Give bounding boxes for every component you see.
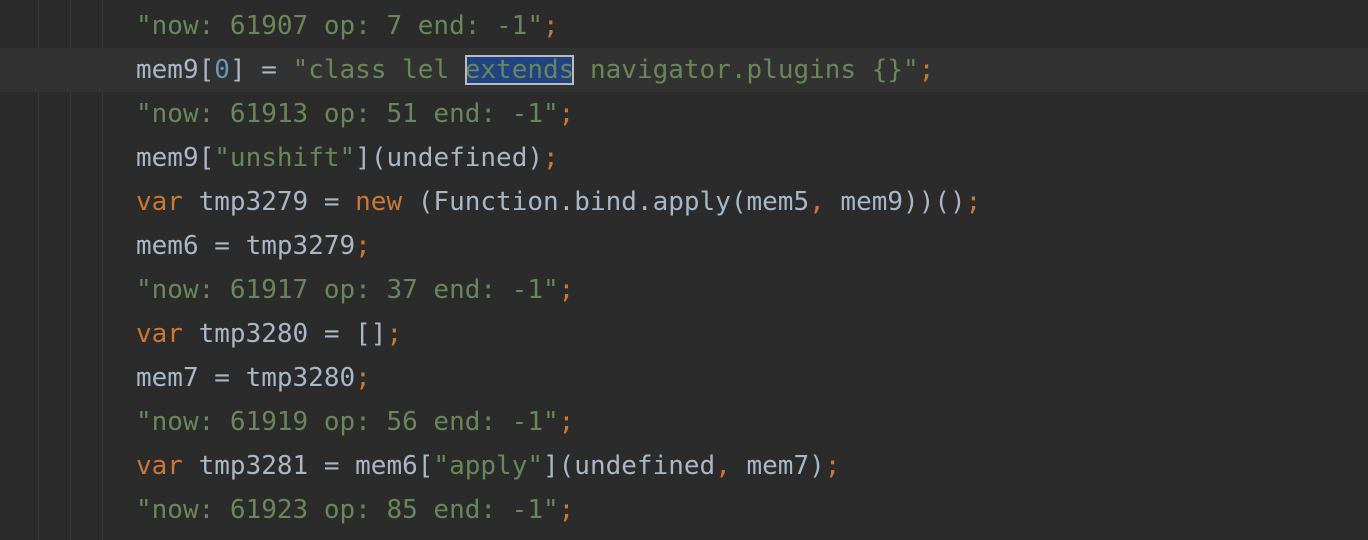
code-token: ; — [558, 407, 575, 437]
code-token: new — [355, 187, 403, 217]
code-token: tmp3279 = — [182, 187, 356, 217]
code-token: ; — [355, 231, 371, 261]
code-text: var tmp3280 = []; — [136, 312, 402, 356]
code-text: mem9[0] = "class lel extends navigator.p… — [136, 48, 934, 92]
code-token: ; — [918, 55, 935, 85]
code-token: ; — [558, 495, 575, 525]
code-token: ] = — [229, 55, 293, 85]
code-token: ; — [355, 363, 371, 393]
code-token: ; — [558, 275, 575, 305]
code-line[interactable]: mem9["unshift"](undefined); — [0, 136, 1368, 180]
code-token: tmp3281 = mem6[ — [182, 451, 434, 481]
code-text: mem6 = tmp3279; — [136, 224, 371, 268]
code-editor[interactable]: "now: 61907 op: 7 end: -1"; mem9[0] = "cl… — [0, 0, 1368, 540]
selected-word: extends — [464, 55, 575, 85]
code-line[interactable]: var tmp3281 = mem6["apply"](undefined, m… — [0, 444, 1368, 488]
code-text: "now: 61923 op: 85 end: -1"; — [136, 488, 574, 532]
code-token: var — [136, 319, 183, 349]
code-line[interactable]: "now: 61917 op: 37 end: -1"; — [0, 268, 1368, 312]
code-line[interactable]: mem6 = tmp3279; — [0, 224, 1368, 268]
code-line-current[interactable]: mem9[0] = "class lel extends navigator.p… — [0, 48, 1368, 92]
code-token: tmp3280 = [] — [182, 319, 387, 349]
code-token: "unshift" — [214, 143, 356, 173]
code-token: "now: 61913 op: 51 end: -1" — [136, 99, 559, 129]
code-token: "now: 61919 op: 56 end: -1" — [136, 407, 559, 437]
code-text: mem9["unshift"](undefined); — [136, 136, 559, 180]
code-token: mem7) — [730, 451, 825, 481]
code-token: ; — [543, 11, 559, 41]
code-text: var tmp3279 = new (Function.bind.apply(m… — [136, 180, 981, 224]
code-token: var — [136, 187, 183, 217]
code-text: "now: 61913 op: 51 end: -1"; — [136, 92, 574, 136]
code-line[interactable]: "now: 61919 op: 56 end: -1"; — [0, 400, 1368, 444]
code-text: var tmp3281 = mem6["apply"](undefined, m… — [136, 444, 840, 488]
code-token: navigator.plugins {}" — [574, 55, 919, 85]
code-token: mem7 = tmp3280 — [136, 363, 356, 393]
code-line[interactable]: mem7 = tmp3280; — [0, 356, 1368, 400]
code-text: "now: 61919 op: 56 end: -1"; — [136, 400, 574, 444]
code-token: , — [715, 451, 731, 481]
code-token: (Function.bind.apply(mem5 — [402, 187, 810, 217]
code-token: "now: 61907 op: 7 end: -1" — [136, 11, 543, 41]
code-line[interactable]: "now: 61907 op: 7 end: -1"; — [0, 4, 1368, 48]
code-line[interactable]: var tmp3280 = []; — [0, 312, 1368, 356]
code-token: ; — [543, 143, 559, 173]
code-token: "now: 61923 op: 85 end: -1" — [136, 495, 559, 525]
code-token: ; — [386, 319, 403, 349]
code-line[interactable]: var tmp3279 = new (Function.bind.apply(m… — [0, 180, 1368, 224]
code-token: 0 — [214, 55, 230, 85]
code-token: , — [809, 187, 825, 217]
code-token: "apply" — [433, 451, 543, 481]
code-text: "now: 61917 op: 37 end: -1"; — [136, 268, 574, 312]
code-text: "now: 61907 op: 7 end: -1"; — [136, 4, 559, 48]
code-token: ; — [965, 187, 982, 217]
code-token: ; — [824, 451, 841, 481]
code-line[interactable]: "now: 61913 op: 51 end: -1"; — [0, 92, 1368, 136]
code-token: ](undefined) — [355, 143, 544, 173]
code-line[interactable]: "now: 61923 op: 85 end: -1"; — [0, 488, 1368, 532]
code-token: mem9[ — [136, 143, 215, 173]
code-token: mem6 = tmp3279 — [136, 231, 356, 261]
code-token: mem9[ — [136, 55, 215, 85]
code-token: ](undefined — [543, 451, 716, 481]
code-token: var — [136, 451, 183, 481]
code-token: "now: 61917 op: 37 end: -1" — [136, 275, 559, 305]
code-token: "class lel — [292, 55, 465, 85]
code-text: mem7 = tmp3280; — [136, 356, 371, 400]
code-token: ; — [558, 99, 575, 129]
code-token: mem9))() — [824, 187, 966, 217]
